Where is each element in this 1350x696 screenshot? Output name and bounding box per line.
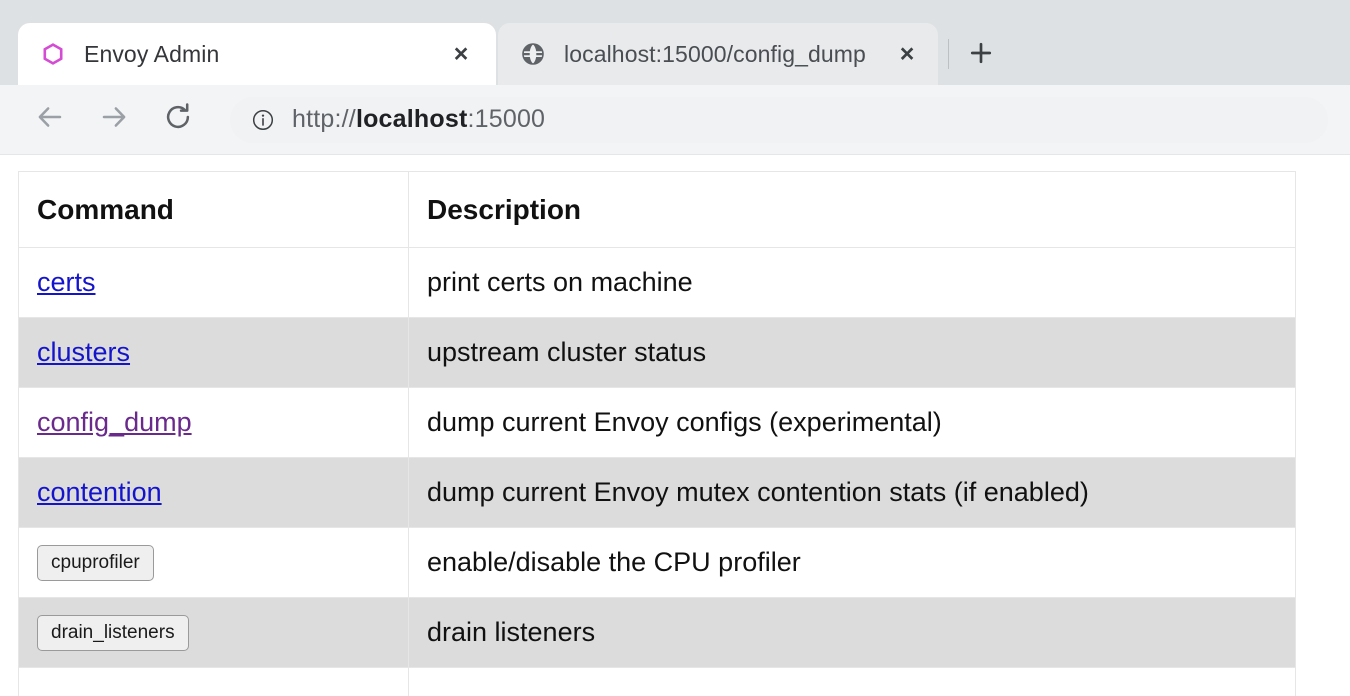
cell-description: print certs on machine <box>409 248 1296 318</box>
cell-command: config_dump <box>19 388 409 458</box>
cell-command: clusters <box>19 318 409 388</box>
new-tab-button[interactable] <box>955 27 1007 79</box>
arrow-left-icon <box>34 101 66 138</box>
table-row: drain_listeners drain listeners <box>19 598 1296 668</box>
close-icon[interactable]: × <box>444 37 478 71</box>
command-button-drain-listeners[interactable]: drain_listeners <box>37 615 189 651</box>
table-row: clusters upstream cluster status <box>19 318 1296 388</box>
command-link-config-dump[interactable]: config_dump <box>37 407 192 437</box>
info-circle-icon[interactable] <box>250 107 276 133</box>
cell-description: drain listeners <box>409 598 1296 668</box>
command-link-contention[interactable]: contention <box>37 477 162 507</box>
cell-command: drain_listeners <box>19 598 409 668</box>
cell-description: dump current Envoy mutex contention stat… <box>409 458 1296 528</box>
column-header-command: Command <box>19 172 409 248</box>
command-link-certs[interactable]: certs <box>37 267 96 297</box>
browser-toolbar: http://localhost:15000 <box>0 85 1350 155</box>
browser-tab-config-dump[interactable]: localhost:15000/config_dump × <box>498 23 938 85</box>
close-icon[interactable]: × <box>890 37 924 71</box>
envoy-hexagon-icon <box>40 41 66 67</box>
reload-button[interactable] <box>154 96 202 144</box>
table-header-row: Command Description <box>19 172 1296 248</box>
table-body: certs print certs on machine clusters up… <box>19 248 1296 696</box>
table-row: contention dump current Envoy mutex cont… <box>19 458 1296 528</box>
arrow-right-icon <box>98 101 130 138</box>
tab-strip: Envoy Admin × localhost:15000/config_dum… <box>0 0 1350 85</box>
browser-tab-envoy-admin[interactable]: Envoy Admin × <box>18 23 496 85</box>
browser-chrome: Envoy Admin × localhost:15000/config_dum… <box>0 0 1350 155</box>
table-row: certs print certs on machine <box>19 248 1296 318</box>
cell-description: enable/disable the CPU profiler <box>409 528 1296 598</box>
admin-command-table: Command Description certs print certs on… <box>18 171 1296 696</box>
table-row: config_dump dump current Envoy configs (… <box>19 388 1296 458</box>
cell-command <box>19 668 409 696</box>
globe-icon <box>520 41 546 67</box>
forward-button[interactable] <box>90 96 138 144</box>
url-port: :15000 <box>467 105 545 133</box>
cell-command: certs <box>19 248 409 318</box>
url-scheme: http:// <box>292 105 356 133</box>
table-row <box>19 668 1296 696</box>
address-bar[interactable]: http://localhost:15000 <box>230 97 1328 143</box>
table-head: Command Description <box>19 172 1296 248</box>
url-host: localhost <box>356 105 468 133</box>
tab-title: localhost:15000/config_dump <box>564 41 890 68</box>
tab-title: Envoy Admin <box>84 41 444 68</box>
cell-description <box>409 668 1296 696</box>
cell-description: upstream cluster status <box>409 318 1296 388</box>
tab-separator <box>948 39 949 69</box>
reload-icon <box>162 101 194 138</box>
table-row: cpuprofiler enable/disable the CPU profi… <box>19 528 1296 598</box>
page-content: Command Description certs print certs on… <box>0 155 1350 696</box>
command-button-cpuprofiler[interactable]: cpuprofiler <box>37 545 154 581</box>
back-button[interactable] <box>26 96 74 144</box>
cell-command: contention <box>19 458 409 528</box>
cell-command: cpuprofiler <box>19 528 409 598</box>
address-bar-url: http://localhost:15000 <box>292 105 545 134</box>
cell-description: dump current Envoy configs (experimental… <box>409 388 1296 458</box>
command-link-clusters[interactable]: clusters <box>37 337 130 367</box>
column-header-description: Description <box>409 172 1296 248</box>
